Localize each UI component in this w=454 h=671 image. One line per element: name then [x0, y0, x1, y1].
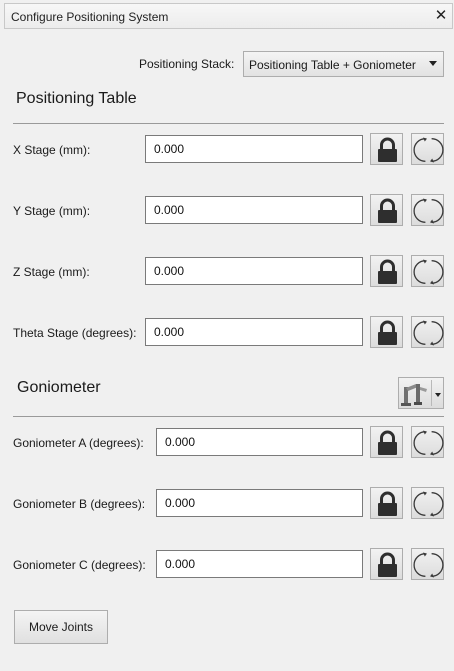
- goniometer-c-input[interactable]: [156, 550, 363, 578]
- x-stage-lock-button[interactable]: [370, 133, 403, 165]
- positioning-table-heading: Positioning Table: [16, 90, 137, 107]
- section-divider: [13, 123, 444, 124]
- z-stage-label: Z Stage (mm):: [13, 265, 90, 279]
- goniometer-heading: Goniometer: [17, 379, 101, 396]
- goniometer-c-lock-button[interactable]: [370, 548, 403, 580]
- title-bar: Configure Positioning System ✕: [4, 3, 453, 29]
- theta-stage-label: Theta Stage (degrees):: [13, 326, 137, 340]
- positioning-stack-dropdown[interactable]: Positioning Table + Goniometer: [243, 51, 444, 77]
- goniometer-b-lock-button[interactable]: [370, 487, 403, 519]
- positioning-stack-value: Positioning Table + Goniometer: [249, 58, 416, 72]
- goniometer-tool-dropdown[interactable]: [398, 377, 444, 409]
- move-joints-button[interactable]: Move Joints: [14, 610, 108, 644]
- configure-positioning-dialog: Configure Positioning System ✕ Positioni…: [0, 0, 454, 671]
- theta-stage-lock-button[interactable]: [370, 316, 403, 348]
- goniometer-a-lock-button[interactable]: [370, 426, 403, 458]
- goniometer-c-reset-button[interactable]: [411, 548, 444, 580]
- goniometer-b-input[interactable]: [156, 489, 363, 517]
- theta-stage-input[interactable]: [145, 318, 363, 346]
- window-title: Configure Positioning System: [11, 10, 169, 24]
- goniometer-a-label: Goniometer A (degrees):: [13, 436, 144, 450]
- x-stage-reset-button[interactable]: [411, 133, 444, 165]
- x-stage-label: X Stage (mm):: [13, 143, 91, 157]
- goniometer-a-reset-button[interactable]: [411, 426, 444, 458]
- chevron-down-icon: [435, 393, 441, 397]
- section-divider: [13, 416, 444, 417]
- y-stage-lock-button[interactable]: [370, 194, 403, 226]
- goniometer-tool-icon: [399, 384, 431, 411]
- z-stage-lock-button[interactable]: [370, 255, 403, 287]
- dropdown-divider: [431, 380, 432, 406]
- y-stage-input[interactable]: [145, 196, 363, 224]
- goniometer-b-label: Goniometer B (degrees):: [13, 497, 146, 511]
- goniometer-a-input[interactable]: [156, 428, 363, 456]
- x-stage-input[interactable]: [145, 135, 363, 163]
- y-stage-reset-button[interactable]: [411, 194, 444, 226]
- y-stage-label: Y Stage (mm):: [13, 204, 91, 218]
- positioning-stack-label: Positioning Stack:: [139, 57, 235, 71]
- theta-stage-reset-button[interactable]: [411, 316, 444, 348]
- goniometer-b-reset-button[interactable]: [411, 487, 444, 519]
- z-stage-input[interactable]: [145, 257, 363, 285]
- z-stage-reset-button[interactable]: [411, 255, 444, 287]
- close-icon[interactable]: ✕: [433, 8, 449, 24]
- goniometer-c-label: Goniometer C (degrees):: [13, 558, 146, 572]
- chevron-down-icon: [429, 61, 437, 66]
